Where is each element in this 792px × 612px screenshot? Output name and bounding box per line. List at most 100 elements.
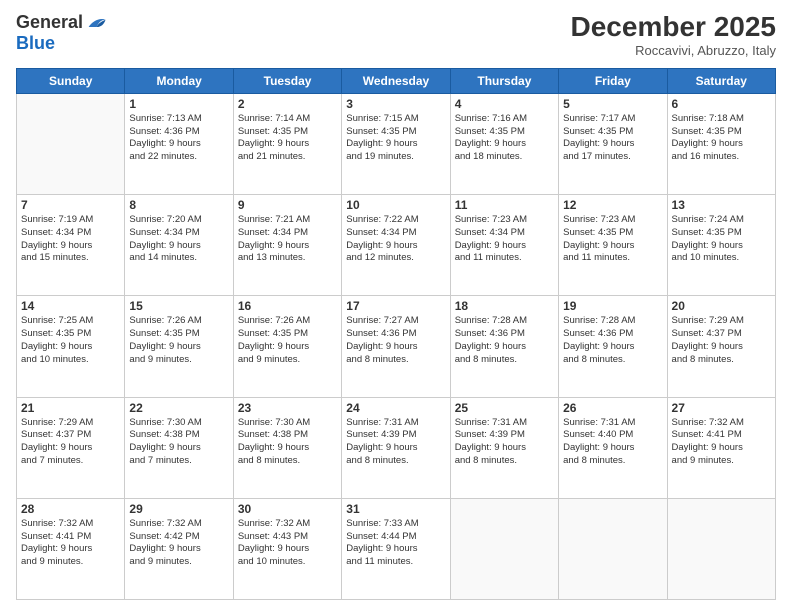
day-number: 14 bbox=[21, 299, 120, 313]
calendar-day-cell: 22 Sunrise: 7:30 AM Sunset: 4:38 PM Dayli… bbox=[125, 397, 233, 498]
day-number: 16 bbox=[238, 299, 337, 313]
logo: General Blue bbox=[16, 12, 107, 54]
day-info: Sunrise: 7:23 AM Sunset: 4:35 PM Dayligh… bbox=[563, 214, 662, 265]
calendar-day-cell: 9 Sunrise: 7:21 AM Sunset: 4:34 PM Daylig… bbox=[233, 195, 341, 296]
calendar-day-cell: 1 Sunrise: 7:13 AM Sunset: 4:36 PM Daylig… bbox=[125, 93, 233, 194]
day-number: 5 bbox=[563, 97, 662, 111]
weekday-header-cell: Wednesday bbox=[342, 68, 450, 93]
day-info: Sunrise: 7:26 AM Sunset: 4:35 PM Dayligh… bbox=[238, 315, 337, 366]
day-number: 23 bbox=[238, 401, 337, 415]
calendar-day-cell: 6Sunrise: 7:18 AM Sunset: 4:35 PM Daylig… bbox=[667, 93, 775, 194]
day-info: Sunrise: 7:30 AM Sunset: 4:38 PM Dayligh… bbox=[238, 417, 337, 468]
title-block: December 2025 Roccavivi, Abruzzo, Italy bbox=[571, 12, 776, 58]
calendar-day-cell: 7 Sunrise: 7:19 AM Sunset: 4:34 PM Daylig… bbox=[17, 195, 125, 296]
calendar-day-cell: 4Sunrise: 7:16 AM Sunset: 4:35 PM Daylig… bbox=[450, 93, 558, 194]
calendar-week-row: 21 Sunrise: 7:29 AM Sunset: 4:37 PM Dayli… bbox=[17, 397, 776, 498]
calendar-day-cell: 10 Sunrise: 7:22 AM Sunset: 4:34 PM Dayli… bbox=[342, 195, 450, 296]
calendar-day-cell bbox=[667, 498, 775, 599]
weekday-header-cell: Tuesday bbox=[233, 68, 341, 93]
location-subtitle: Roccavivi, Abruzzo, Italy bbox=[571, 43, 776, 58]
logo-blue: Blue bbox=[16, 34, 107, 54]
day-number: 20 bbox=[672, 299, 771, 313]
day-number: 18 bbox=[455, 299, 554, 313]
weekday-header-cell: Thursday bbox=[450, 68, 558, 93]
day-number: 9 bbox=[238, 198, 337, 212]
day-number: 3 bbox=[346, 97, 445, 111]
calendar-day-cell: 30 Sunrise: 7:32 AM Sunset: 4:43 PM Dayli… bbox=[233, 498, 341, 599]
day-info: Sunrise: 7:32 AM Sunset: 4:41 PM Dayligh… bbox=[21, 518, 120, 569]
day-info: Sunrise: 7:13 AM Sunset: 4:36 PM Dayligh… bbox=[129, 113, 228, 164]
calendar-day-cell: 2 Sunrise: 7:14 AM Sunset: 4:35 PM Daylig… bbox=[233, 93, 341, 194]
calendar-day-cell: 25Sunrise: 7:31 AM Sunset: 4:39 PM Dayli… bbox=[450, 397, 558, 498]
day-number: 2 bbox=[238, 97, 337, 111]
day-info: Sunrise: 7:26 AM Sunset: 4:35 PM Dayligh… bbox=[129, 315, 228, 366]
day-number: 26 bbox=[563, 401, 662, 415]
weekday-header-cell: Friday bbox=[559, 68, 667, 93]
calendar-day-cell: 17Sunrise: 7:27 AM Sunset: 4:36 PM Dayli… bbox=[342, 296, 450, 397]
day-number: 7 bbox=[21, 198, 120, 212]
weekday-header-row: SundayMondayTuesdayWednesdayThursdayFrid… bbox=[17, 68, 776, 93]
day-info: Sunrise: 7:29 AM Sunset: 4:37 PM Dayligh… bbox=[672, 315, 771, 366]
day-info: Sunrise: 7:21 AM Sunset: 4:34 PM Dayligh… bbox=[238, 214, 337, 265]
calendar-day-cell: 19 Sunrise: 7:28 AM Sunset: 4:36 PM Dayli… bbox=[559, 296, 667, 397]
calendar-week-row: 14Sunrise: 7:25 AM Sunset: 4:35 PM Dayli… bbox=[17, 296, 776, 397]
day-info: Sunrise: 7:27 AM Sunset: 4:36 PM Dayligh… bbox=[346, 315, 445, 366]
day-info: Sunrise: 7:22 AM Sunset: 4:34 PM Dayligh… bbox=[346, 214, 445, 265]
calendar-day-cell: 16 Sunrise: 7:26 AM Sunset: 4:35 PM Dayli… bbox=[233, 296, 341, 397]
day-info: Sunrise: 7:32 AM Sunset: 4:42 PM Dayligh… bbox=[129, 518, 228, 569]
weekday-header-cell: Monday bbox=[125, 68, 233, 93]
calendar-day-cell: 31 Sunrise: 7:33 AM Sunset: 4:44 PM Dayli… bbox=[342, 498, 450, 599]
day-number: 22 bbox=[129, 401, 228, 415]
calendar-day-cell: 18 Sunrise: 7:28 AM Sunset: 4:36 PM Dayli… bbox=[450, 296, 558, 397]
calendar-day-cell: 27 Sunrise: 7:32 AM Sunset: 4:41 PM Dayli… bbox=[667, 397, 775, 498]
day-number: 8 bbox=[129, 198, 228, 212]
day-info: Sunrise: 7:20 AM Sunset: 4:34 PM Dayligh… bbox=[129, 214, 228, 265]
calendar-day-cell: 5 Sunrise: 7:17 AM Sunset: 4:35 PM Daylig… bbox=[559, 93, 667, 194]
calendar-day-cell: 12Sunrise: 7:23 AM Sunset: 4:35 PM Dayli… bbox=[559, 195, 667, 296]
day-number: 21 bbox=[21, 401, 120, 415]
day-info: Sunrise: 7:28 AM Sunset: 4:36 PM Dayligh… bbox=[455, 315, 554, 366]
calendar-body: 1 Sunrise: 7:13 AM Sunset: 4:36 PM Daylig… bbox=[17, 93, 776, 599]
logo-bird-icon bbox=[85, 12, 107, 34]
calendar-day-cell bbox=[559, 498, 667, 599]
calendar-day-cell: 8 Sunrise: 7:20 AM Sunset: 4:34 PM Daylig… bbox=[125, 195, 233, 296]
calendar-day-cell: 21 Sunrise: 7:29 AM Sunset: 4:37 PM Dayli… bbox=[17, 397, 125, 498]
calendar-day-cell: 20 Sunrise: 7:29 AM Sunset: 4:37 PM Dayli… bbox=[667, 296, 775, 397]
calendar-day-cell bbox=[17, 93, 125, 194]
day-number: 28 bbox=[21, 502, 120, 516]
month-title: December 2025 bbox=[571, 12, 776, 43]
day-info: Sunrise: 7:19 AM Sunset: 4:34 PM Dayligh… bbox=[21, 214, 120, 265]
day-number: 31 bbox=[346, 502, 445, 516]
calendar-day-cell: 26 Sunrise: 7:31 AM Sunset: 4:40 PM Dayli… bbox=[559, 397, 667, 498]
header: General Blue December 2025 Roccavivi, Ab… bbox=[16, 12, 776, 58]
day-info: Sunrise: 7:29 AM Sunset: 4:37 PM Dayligh… bbox=[21, 417, 120, 468]
calendar-week-row: 28 Sunrise: 7:32 AM Sunset: 4:41 PM Dayli… bbox=[17, 498, 776, 599]
day-info: Sunrise: 7:30 AM Sunset: 4:38 PM Dayligh… bbox=[129, 417, 228, 468]
day-number: 29 bbox=[129, 502, 228, 516]
day-info: Sunrise: 7:31 AM Sunset: 4:39 PM Dayligh… bbox=[346, 417, 445, 468]
day-info: Sunrise: 7:33 AM Sunset: 4:44 PM Dayligh… bbox=[346, 518, 445, 569]
day-number: 1 bbox=[129, 97, 228, 111]
day-info: Sunrise: 7:24 AM Sunset: 4:35 PM Dayligh… bbox=[672, 214, 771, 265]
day-number: 27 bbox=[672, 401, 771, 415]
day-number: 4 bbox=[455, 97, 554, 111]
day-number: 24 bbox=[346, 401, 445, 415]
day-info: Sunrise: 7:18 AM Sunset: 4:35 PM Dayligh… bbox=[672, 113, 771, 164]
day-info: Sunrise: 7:28 AM Sunset: 4:36 PM Dayligh… bbox=[563, 315, 662, 366]
day-number: 10 bbox=[346, 198, 445, 212]
calendar-day-cell: 11Sunrise: 7:23 AM Sunset: 4:34 PM Dayli… bbox=[450, 195, 558, 296]
page: General Blue December 2025 Roccavivi, Ab… bbox=[0, 0, 792, 612]
day-info: Sunrise: 7:32 AM Sunset: 4:41 PM Dayligh… bbox=[672, 417, 771, 468]
day-info: Sunrise: 7:32 AM Sunset: 4:43 PM Dayligh… bbox=[238, 518, 337, 569]
day-info: Sunrise: 7:23 AM Sunset: 4:34 PM Dayligh… bbox=[455, 214, 554, 265]
day-info: Sunrise: 7:14 AM Sunset: 4:35 PM Dayligh… bbox=[238, 113, 337, 164]
calendar-day-cell bbox=[450, 498, 558, 599]
day-info: Sunrise: 7:17 AM Sunset: 4:35 PM Dayligh… bbox=[563, 113, 662, 164]
calendar-day-cell: 3Sunrise: 7:15 AM Sunset: 4:35 PM Daylig… bbox=[342, 93, 450, 194]
day-number: 19 bbox=[563, 299, 662, 313]
day-number: 30 bbox=[238, 502, 337, 516]
day-info: Sunrise: 7:31 AM Sunset: 4:40 PM Dayligh… bbox=[563, 417, 662, 468]
weekday-header-cell: Sunday bbox=[17, 68, 125, 93]
calendar-day-cell: 23 Sunrise: 7:30 AM Sunset: 4:38 PM Dayli… bbox=[233, 397, 341, 498]
calendar-table: SundayMondayTuesdayWednesdayThursdayFrid… bbox=[16, 68, 776, 600]
